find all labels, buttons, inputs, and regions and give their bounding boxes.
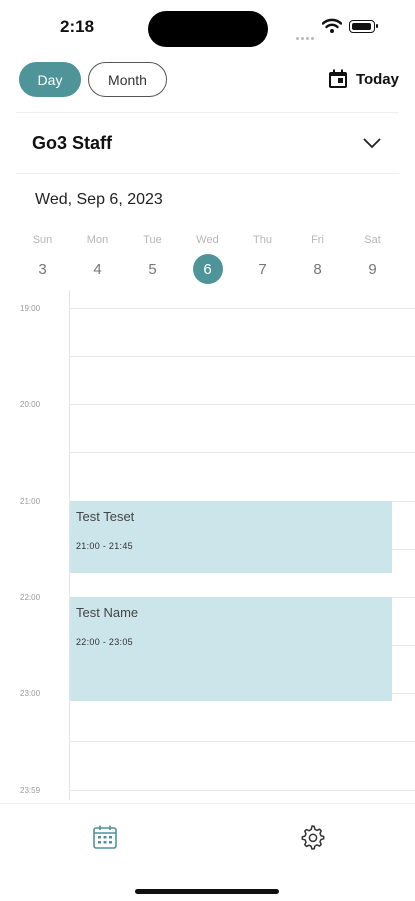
- bottom-tab-bar: [0, 803, 415, 901]
- calendar-icon[interactable]: [92, 824, 118, 850]
- divider: [16, 173, 399, 174]
- week-day-sun[interactable]: Sun 3: [15, 228, 70, 284]
- day-number: 7: [258, 260, 267, 278]
- week-strip: Sun 3 Mon 4 Tue 5 Wed 6 Thu 7 Fri 8 Sat …: [15, 228, 400, 284]
- cellular-signal-icon: [296, 27, 316, 40]
- event-card[interactable]: Test Name 22:00 - 23:05: [70, 597, 392, 701]
- chevron-down-icon: [363, 138, 381, 149]
- hour-label: 19:00: [20, 304, 41, 313]
- day-number: 4: [93, 260, 102, 278]
- hour-label: 21:00: [20, 497, 41, 506]
- hour-label: 20:00: [20, 400, 41, 409]
- week-day-thu[interactable]: Thu 7: [235, 228, 290, 284]
- dynamic-island: [148, 11, 268, 47]
- day-timeline[interactable]: 19:00 20:00 21:00 22:00 23:00 23:59 Test…: [0, 290, 415, 800]
- event-time: 21:00 - 21:45: [76, 541, 133, 551]
- weekday-label: Sun: [32, 234, 53, 246]
- calendar-today-icon: [328, 69, 347, 88]
- gear-icon[interactable]: [299, 824, 325, 850]
- weekday-label: Sat: [364, 234, 381, 246]
- event-title: Test Name: [76, 605, 139, 620]
- hour-line: [69, 308, 415, 309]
- day-view-button[interactable]: Day: [19, 62, 81, 97]
- day-number-selected: 6: [192, 254, 223, 284]
- hour-label: 23:59: [20, 786, 41, 795]
- week-day-tue[interactable]: Tue 5: [125, 228, 180, 284]
- day-number: 8: [313, 260, 322, 278]
- weekday-label: Wed: [196, 234, 219, 246]
- hour-line: [69, 404, 415, 405]
- event-time: 22:00 - 23:05: [76, 637, 133, 647]
- staff-name: Go3 Staff: [32, 132, 113, 153]
- home-indicator: [135, 889, 279, 894]
- wifi-icon: [322, 18, 342, 33]
- weekday-label: Thu: [253, 234, 272, 246]
- day-number: 9: [368, 260, 377, 278]
- half-hour-line: [69, 452, 415, 453]
- divider: [16, 112, 399, 113]
- view-toolbar: Day Month Today: [0, 62, 415, 102]
- week-day-fri[interactable]: Fri 8: [290, 228, 345, 284]
- hour-line: [69, 790, 415, 791]
- week-day-wed[interactable]: Wed 6: [180, 228, 235, 284]
- half-hour-line: [69, 741, 415, 742]
- day-number: 5: [148, 260, 157, 278]
- selected-date-title: Wed, Sep 6, 2023: [35, 191, 163, 208]
- event-card[interactable]: Test Teset 21:00 - 21:45: [70, 501, 392, 573]
- month-view-button[interactable]: Month: [88, 62, 167, 97]
- today-label: Today: [355, 70, 399, 88]
- week-day-mon[interactable]: Mon 4: [70, 228, 125, 284]
- event-title: Test Teset: [76, 509, 135, 524]
- week-day-sat[interactable]: Sat 9: [345, 228, 400, 284]
- staff-selector[interactable]: Go3 Staff: [16, 114, 399, 172]
- hour-label: 22:00: [20, 593, 41, 602]
- half-hour-line: [69, 356, 415, 357]
- today-button[interactable]: Today: [328, 69, 399, 89]
- day-number: 3: [38, 260, 47, 278]
- battery-icon: [349, 20, 378, 33]
- status-time: 2:18: [60, 17, 95, 36]
- weekday-label: Fri: [311, 234, 324, 246]
- status-bar: 2:18: [0, 0, 415, 56]
- weekday-label: Tue: [143, 234, 162, 246]
- weekday-label: Mon: [86, 234, 109, 246]
- hour-label: 23:00: [20, 689, 41, 698]
